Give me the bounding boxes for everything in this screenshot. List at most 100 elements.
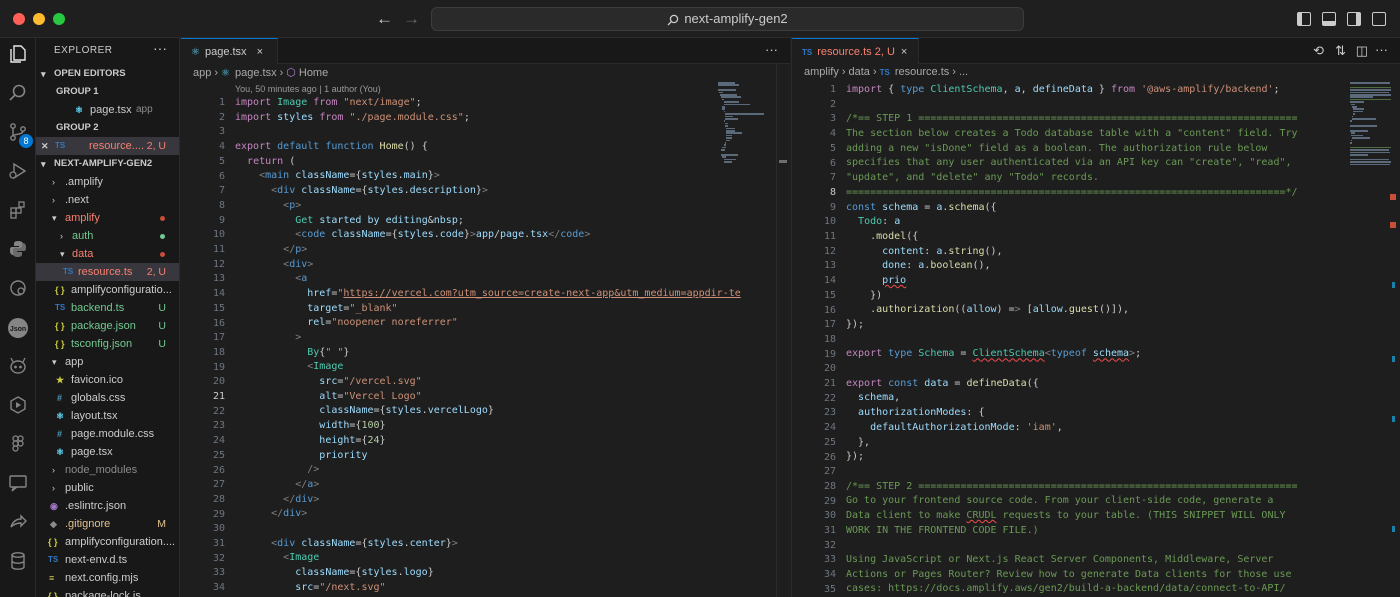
code-line[interactable]	[846, 98, 1298, 113]
code-line[interactable]	[235, 522, 741, 537]
code-line[interactable]: export type Schema = ClientSchema<typeof…	[846, 347, 1298, 362]
breadcrumb-amplify[interactable]: amplify	[804, 66, 839, 78]
code-line[interactable]: priority	[235, 449, 741, 464]
maximize-window-button[interactable]	[53, 13, 65, 25]
tree-file-package-lock[interactable]: { } package-lock.js...	[36, 587, 179, 597]
code-line[interactable]: Actions or Pages Router? Review how to g…	[846, 568, 1298, 583]
breadcrumb-file[interactable]: resource.ts	[895, 66, 949, 78]
code-line[interactable]: /*== STEP 2 ============================…	[846, 480, 1298, 495]
code-line[interactable]: /*== STEP 1 ============================…	[846, 112, 1298, 127]
code-line[interactable]: <Image	[235, 360, 741, 375]
close-icon[interactable]: ×	[901, 46, 907, 58]
code-line[interactable]: <div className={styles.description}>	[235, 184, 741, 199]
tree-folder-data[interactable]: ▾ data	[36, 245, 179, 263]
database-icon[interactable]	[6, 551, 30, 575]
code-line[interactable]: cases: https://docs.amplify.aws/gen2/bui…	[846, 582, 1298, 597]
explorer-icon[interactable]	[6, 44, 30, 68]
search-icon[interactable]	[6, 83, 30, 107]
breadcrumb-app[interactable]: app	[193, 67, 211, 79]
vertical-scrollbar[interactable]	[1386, 64, 1400, 597]
code-line[interactable]	[846, 362, 1298, 377]
breadcrumb-symbol[interactable]: ...	[959, 66, 968, 78]
tree-folder-public[interactable]: › public	[36, 479, 179, 497]
code-line[interactable]: <Image	[235, 551, 741, 566]
code-line[interactable]: </div>	[235, 507, 741, 522]
code-line[interactable]: height={24}	[235, 434, 741, 449]
json-icon[interactable]: Json	[6, 317, 30, 341]
tab-page-tsx[interactable]: ⚛ page.tsx ×	[181, 38, 278, 64]
breadcrumb-symbol[interactable]: Home	[299, 67, 328, 79]
code-line[interactable]: "update", and "delete" any "Todo" record…	[846, 171, 1298, 186]
code-line[interactable]: <p>	[235, 199, 741, 214]
code-line[interactable]: Using JavaScript or Next.js React Server…	[846, 553, 1298, 568]
compare-icon[interactable]: ⇅	[1335, 43, 1346, 59]
alien-icon[interactable]	[6, 356, 30, 380]
open-editors-header[interactable]: ▾ OPEN EDITORS	[36, 65, 179, 83]
tree-file-next-env[interactable]: TS next-env.d.ts	[36, 551, 179, 569]
extensions-icon[interactable]	[6, 200, 30, 224]
code-line[interactable]: <main className={styles.main}>	[235, 169, 741, 184]
tree-file-page-tsx[interactable]: ⚛ page.tsx	[36, 443, 179, 461]
figma-icon[interactable]	[6, 434, 30, 458]
open-editor-page-tsx[interactable]: ⚛ page.tsx app	[36, 101, 179, 119]
tree-file-gitignore[interactable]: ◆ .gitignore M	[36, 515, 179, 533]
code-line[interactable]: target="_blank"	[235, 302, 741, 317]
code-line[interactable]: className={styles.vercelLogo}	[235, 404, 741, 419]
code-line[interactable]: schema,	[846, 391, 1298, 406]
customize-layout-icon[interactable]	[1372, 12, 1386, 26]
code-line[interactable]: >	[235, 331, 741, 346]
project-header[interactable]: ▾ NEXT-AMPLIFY-GEN2	[36, 155, 179, 173]
open-editor-resource-ts[interactable]: ✕ TS resource.... 2, U	[36, 137, 179, 155]
close-icon[interactable]: ×	[257, 46, 263, 58]
code-line[interactable]: className={styles.logo}	[235, 566, 741, 581]
code-line[interactable]: </div>	[235, 493, 741, 508]
code-line[interactable]: import { type ClientSchema, a, defineDat…	[846, 83, 1298, 98]
code-line[interactable]: alt="Vercel Logo"	[235, 390, 741, 405]
code-line[interactable]: width={100}	[235, 419, 741, 434]
tree-file-amplifyconfiguration-root[interactable]: { } amplifyconfiguration....	[36, 533, 179, 551]
code-line[interactable]: WORK IN THE FRONTEND CODE FILE.)	[846, 524, 1298, 539]
live-share-icon[interactable]	[6, 512, 30, 536]
code-line[interactable]: By{" "}	[235, 346, 741, 361]
code-line[interactable]	[846, 333, 1298, 348]
minimap[interactable]	[718, 82, 764, 202]
code-line[interactable]: authorizationModes: {	[846, 406, 1298, 421]
code-line[interactable]: Get started by editing&nbsp;	[235, 214, 741, 229]
tree-file-amplifyconfiguration[interactable]: { } amplifyconfiguratio...	[36, 281, 179, 299]
tree-folder-node-modules[interactable]: › node_modules	[36, 461, 179, 479]
toggle-sidebar-icon[interactable]	[1297, 12, 1311, 26]
tab-resource-ts[interactable]: TS resource.ts 2, U ×	[792, 38, 919, 64]
code-line[interactable]: <code className={styles.code}>app/page.t…	[235, 228, 741, 243]
codelens-blame[interactable]: You, 50 minutes ago | 1 author (You)	[235, 82, 381, 96]
code-line[interactable]: })	[846, 289, 1298, 304]
code-line[interactable]: .authorization((allow) => [allow.guest()…	[846, 303, 1298, 318]
back-button[interactable]: ←	[376, 9, 393, 29]
breadcrumb-data[interactable]: data	[849, 66, 870, 78]
code-line[interactable]: <div>	[235, 258, 741, 273]
code-line[interactable]: defaultAuthorizationMode: 'iam',	[846, 421, 1298, 436]
tree-file-resource-ts[interactable]: TS resource.ts 2, U	[36, 263, 179, 281]
tree-folder-auth[interactable]: › auth	[36, 227, 179, 245]
code-line[interactable]: import styles from "./page.module.css";	[235, 111, 741, 126]
code-line[interactable]: src="/vercel.svg"	[235, 375, 741, 390]
minimize-window-button[interactable]	[33, 13, 45, 25]
tree-folder-amplify-hidden[interactable]: › .amplify	[36, 173, 179, 191]
code-line[interactable]	[846, 538, 1298, 553]
code-line[interactable]: />	[235, 463, 741, 478]
code-line[interactable]: content: a.string(),	[846, 245, 1298, 260]
run-debug-icon[interactable]	[6, 161, 30, 185]
code-line[interactable]: Go to your frontend source code. From yo…	[846, 494, 1298, 509]
editor-more-button[interactable]: ···	[1375, 42, 1388, 57]
tree-folder-amplify[interactable]: ▾ amplify	[36, 209, 179, 227]
toggle-panel-icon[interactable]	[1322, 12, 1336, 26]
tree-folder-next[interactable]: › .next	[36, 191, 179, 209]
code-line[interactable]: },	[846, 436, 1298, 451]
code-line[interactable]: return (	[235, 155, 741, 170]
code-line[interactable]: .model({	[846, 230, 1298, 245]
tree-file-next-config[interactable]: ≡ next.config.mjs	[36, 569, 179, 587]
group-2-header[interactable]: GROUP 2	[36, 119, 179, 137]
code-line[interactable]: The section below creates a Todo databas…	[846, 127, 1298, 142]
code-line[interactable]: Todo: a	[846, 215, 1298, 230]
command-center-search[interactable]: next-amplify-gen2	[431, 7, 1024, 31]
breadcrumb-file[interactable]: page.tsx	[235, 67, 277, 79]
